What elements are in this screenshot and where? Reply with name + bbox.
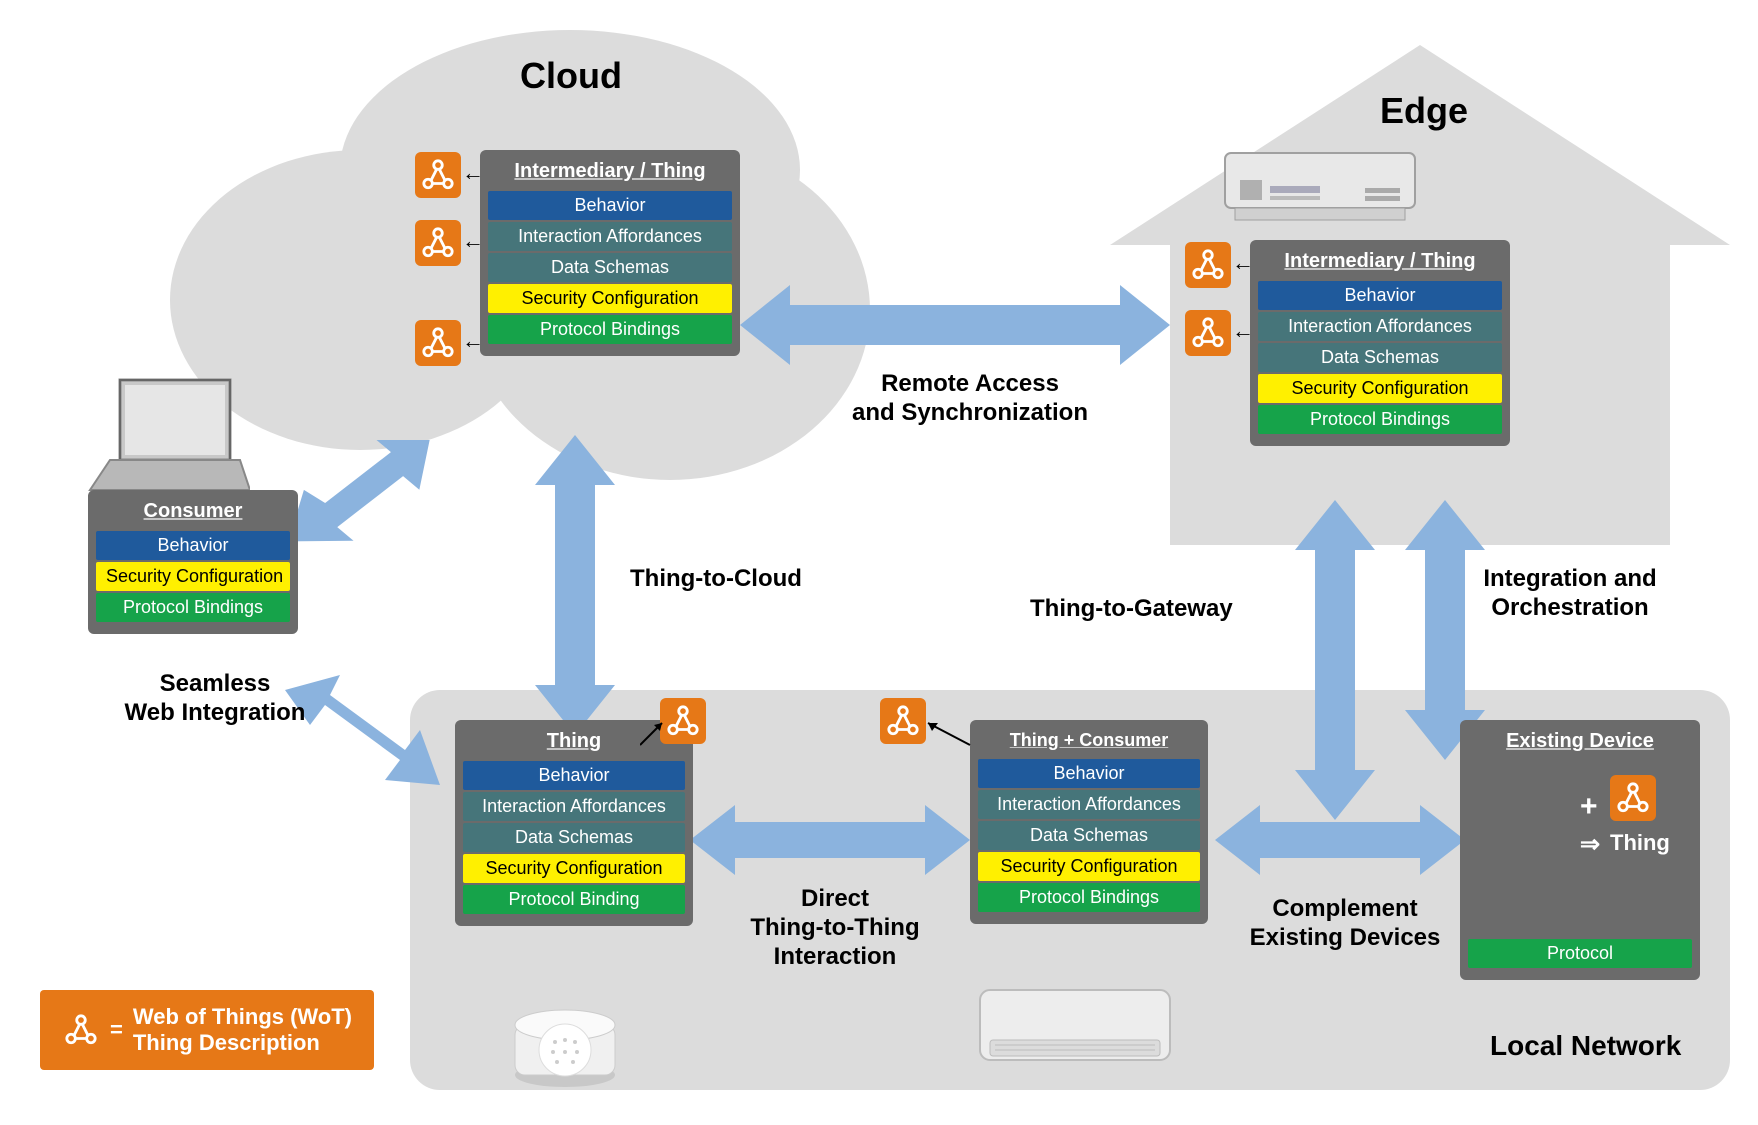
annot-complement: Complement Existing Devices bbox=[1235, 895, 1455, 953]
edge-label: Edge bbox=[1380, 90, 1468, 132]
row-behavior: Behavior bbox=[1258, 281, 1502, 310]
card-thing: Thing Behavior Interaction Affordances D… bbox=[455, 720, 693, 926]
legend-line1: Web of Things (WoT) bbox=[133, 1004, 352, 1030]
sensor-icon bbox=[505, 990, 625, 1090]
wot-icon bbox=[1185, 310, 1231, 356]
row-bindings: Protocol Bindings bbox=[488, 315, 732, 344]
row-affordances: Interaction Affordances bbox=[463, 792, 685, 821]
wot-icon bbox=[415, 152, 461, 198]
arrow-thing-to-gateway bbox=[1290, 500, 1380, 820]
pointer-arrow: ← bbox=[1232, 250, 1254, 276]
row-schemas: Data Schemas bbox=[488, 253, 732, 282]
wot-icon bbox=[64, 1013, 98, 1047]
arrow-consumer-cloud bbox=[285, 440, 435, 560]
pointer-arrow bbox=[920, 720, 975, 750]
card-consumer: Consumer Behavior Security Configuration… bbox=[88, 490, 298, 634]
card-cloud-intermediary: Intermediary / Thing Behavior Interactio… bbox=[480, 150, 740, 356]
pointer-arrow: ← bbox=[462, 160, 484, 186]
card-edge-intermediary: Intermediary / Thing Behavior Interactio… bbox=[1250, 240, 1510, 446]
legend-equals: = bbox=[110, 1017, 123, 1043]
row-security: Security Configuration bbox=[96, 562, 290, 591]
row-schemas: Data Schemas bbox=[1258, 343, 1502, 372]
local-network-label: Local Network bbox=[1490, 1030, 1681, 1062]
row-bindings: Protocol Bindings bbox=[96, 593, 290, 622]
annot-remote-access: Remote Access and Synchronization bbox=[820, 370, 1120, 428]
pointer-arrow: ← bbox=[462, 328, 484, 354]
card-title: Consumer bbox=[96, 498, 290, 529]
row-security: Security Configuration bbox=[463, 854, 685, 883]
wot-icon bbox=[1610, 775, 1656, 821]
card-title: Thing + Consumer bbox=[978, 728, 1200, 757]
annot-thing-to-gateway: Thing-to-Gateway bbox=[1030, 595, 1233, 624]
card-title: Existing Device bbox=[1468, 728, 1692, 759]
row-schemas: Data Schemas bbox=[463, 823, 685, 852]
cloud-label: Cloud bbox=[520, 55, 622, 97]
row-affordances: Interaction Affordances bbox=[488, 222, 732, 251]
annot-thing-to-cloud: Thing-to-Cloud bbox=[630, 565, 802, 594]
wot-icon bbox=[415, 320, 461, 366]
row-security: Security Configuration bbox=[488, 284, 732, 313]
row-protocol: Protocol bbox=[1468, 939, 1692, 968]
card-title: Intermediary / Thing bbox=[1258, 248, 1502, 279]
pointer-arrow: ← bbox=[462, 228, 484, 254]
arrow-thing-to-cloud bbox=[530, 435, 620, 735]
laptop-icon bbox=[80, 370, 250, 500]
annot-direct: Direct Thing-to-Thing Interaction bbox=[720, 885, 950, 971]
row-schemas: Data Schemas bbox=[978, 821, 1200, 850]
row-bindings: Protocol Bindings bbox=[978, 883, 1200, 912]
wot-icon bbox=[415, 220, 461, 266]
pointer-arrow: ← bbox=[1232, 318, 1254, 344]
row-affordances: Interaction Affordances bbox=[978, 790, 1200, 819]
wot-icon bbox=[1185, 242, 1231, 288]
row-security: Security Configuration bbox=[978, 852, 1200, 881]
ac-unit-icon bbox=[975, 985, 1175, 1085]
arrow-label: ⇒ bbox=[1580, 830, 1600, 859]
annot-integration: Integration and Orchestration bbox=[1420, 565, 1720, 623]
row-behavior: Behavior bbox=[488, 191, 732, 220]
row-behavior: Behavior bbox=[978, 759, 1200, 788]
card-title: Intermediary / Thing bbox=[488, 158, 732, 189]
thing-label: Thing bbox=[1610, 830, 1670, 856]
legend-line2: Thing Description bbox=[133, 1030, 352, 1056]
router-icon bbox=[1220, 148, 1420, 228]
row-bindings: Protocol Bindings bbox=[1258, 405, 1502, 434]
pointer-arrow bbox=[640, 720, 670, 750]
plus-label: + bbox=[1580, 790, 1598, 824]
arrow-direct-t2t bbox=[690, 800, 970, 880]
legend: = Web of Things (WoT) Thing Description bbox=[40, 990, 374, 1070]
row-security: Security Configuration bbox=[1258, 374, 1502, 403]
row-bindings: Protocol Binding bbox=[463, 885, 685, 914]
row-affordances: Interaction Affordances bbox=[1258, 312, 1502, 341]
annot-seamless: Seamless Web Integration bbox=[100, 670, 330, 728]
row-behavior: Behavior bbox=[96, 531, 290, 560]
arrow-remote-access bbox=[740, 280, 1170, 370]
row-behavior: Behavior bbox=[463, 761, 685, 790]
card-thing-consumer: Thing + Consumer Behavior Interaction Af… bbox=[970, 720, 1208, 924]
